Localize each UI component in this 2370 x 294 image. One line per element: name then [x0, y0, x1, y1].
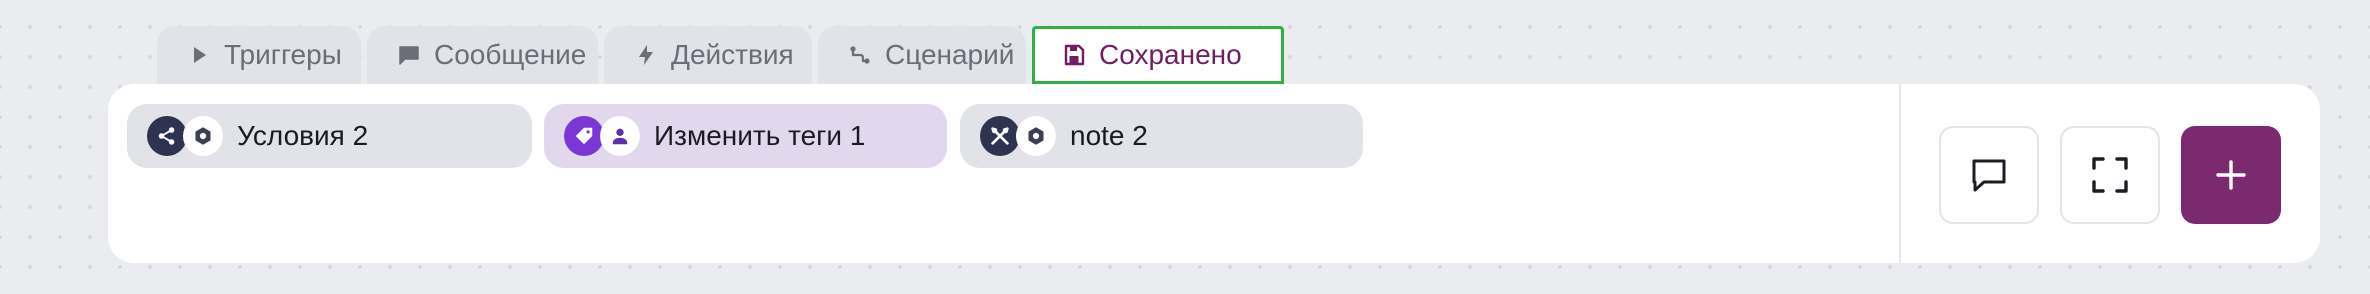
tab-label: Сценарий [885, 39, 1015, 70]
chat-icon [399, 46, 419, 65]
fullscreen-button[interactable] [2060, 126, 2160, 224]
tab-label: Триггеры [224, 39, 342, 70]
canvas-panel: Условия 2 Изменить теги 1 note 2 [108, 84, 2320, 263]
node-conditions[interactable]: Условия 2 [127, 104, 532, 168]
node-label: note 2 [1070, 120, 1148, 151]
plus-icon [2216, 160, 2246, 190]
tab-saved[interactable]: Сохранено [1032, 26, 1284, 84]
save-icon [1064, 44, 1085, 66]
tab-label: Действия [671, 39, 794, 70]
tab-actions[interactable]: Действия [604, 26, 812, 84]
play-icon [194, 47, 206, 63]
tab-label: Сообщение [434, 39, 587, 70]
tab-bar: Триггеры Сообщение Действия Сценарий Сох… [157, 26, 1284, 84]
fullscreen-icon [2092, 157, 2128, 193]
tools-icon [980, 116, 1020, 156]
tab-label: Сохранено [1099, 39, 1242, 70]
node-note[interactable]: note 2 [960, 104, 1363, 168]
node-icons [980, 116, 1056, 156]
flow-icon [850, 46, 870, 64]
panel-divider [1899, 84, 1901, 263]
node-icons [564, 116, 640, 156]
tab-message[interactable]: Сообщение [367, 26, 598, 84]
tab-triggers[interactable]: Триггеры [157, 26, 361, 84]
hexagon-icon [183, 116, 223, 156]
node-icons [147, 116, 223, 156]
hexagon-icon [1016, 116, 1056, 156]
comment-button[interactable] [1939, 126, 2039, 224]
node-change-tags[interactable]: Изменить теги 1 [544, 104, 947, 168]
comment-icon [1972, 159, 2006, 192]
tag-icon [564, 116, 604, 156]
add-button[interactable] [2181, 126, 2281, 224]
share-icon [147, 116, 187, 156]
node-label: Изменить теги 1 [654, 120, 866, 151]
node-label: Условия 2 [237, 120, 369, 151]
tab-scenario[interactable]: Сценарий [818, 26, 1026, 84]
user-icon [600, 116, 640, 156]
bolt-icon [639, 45, 653, 65]
